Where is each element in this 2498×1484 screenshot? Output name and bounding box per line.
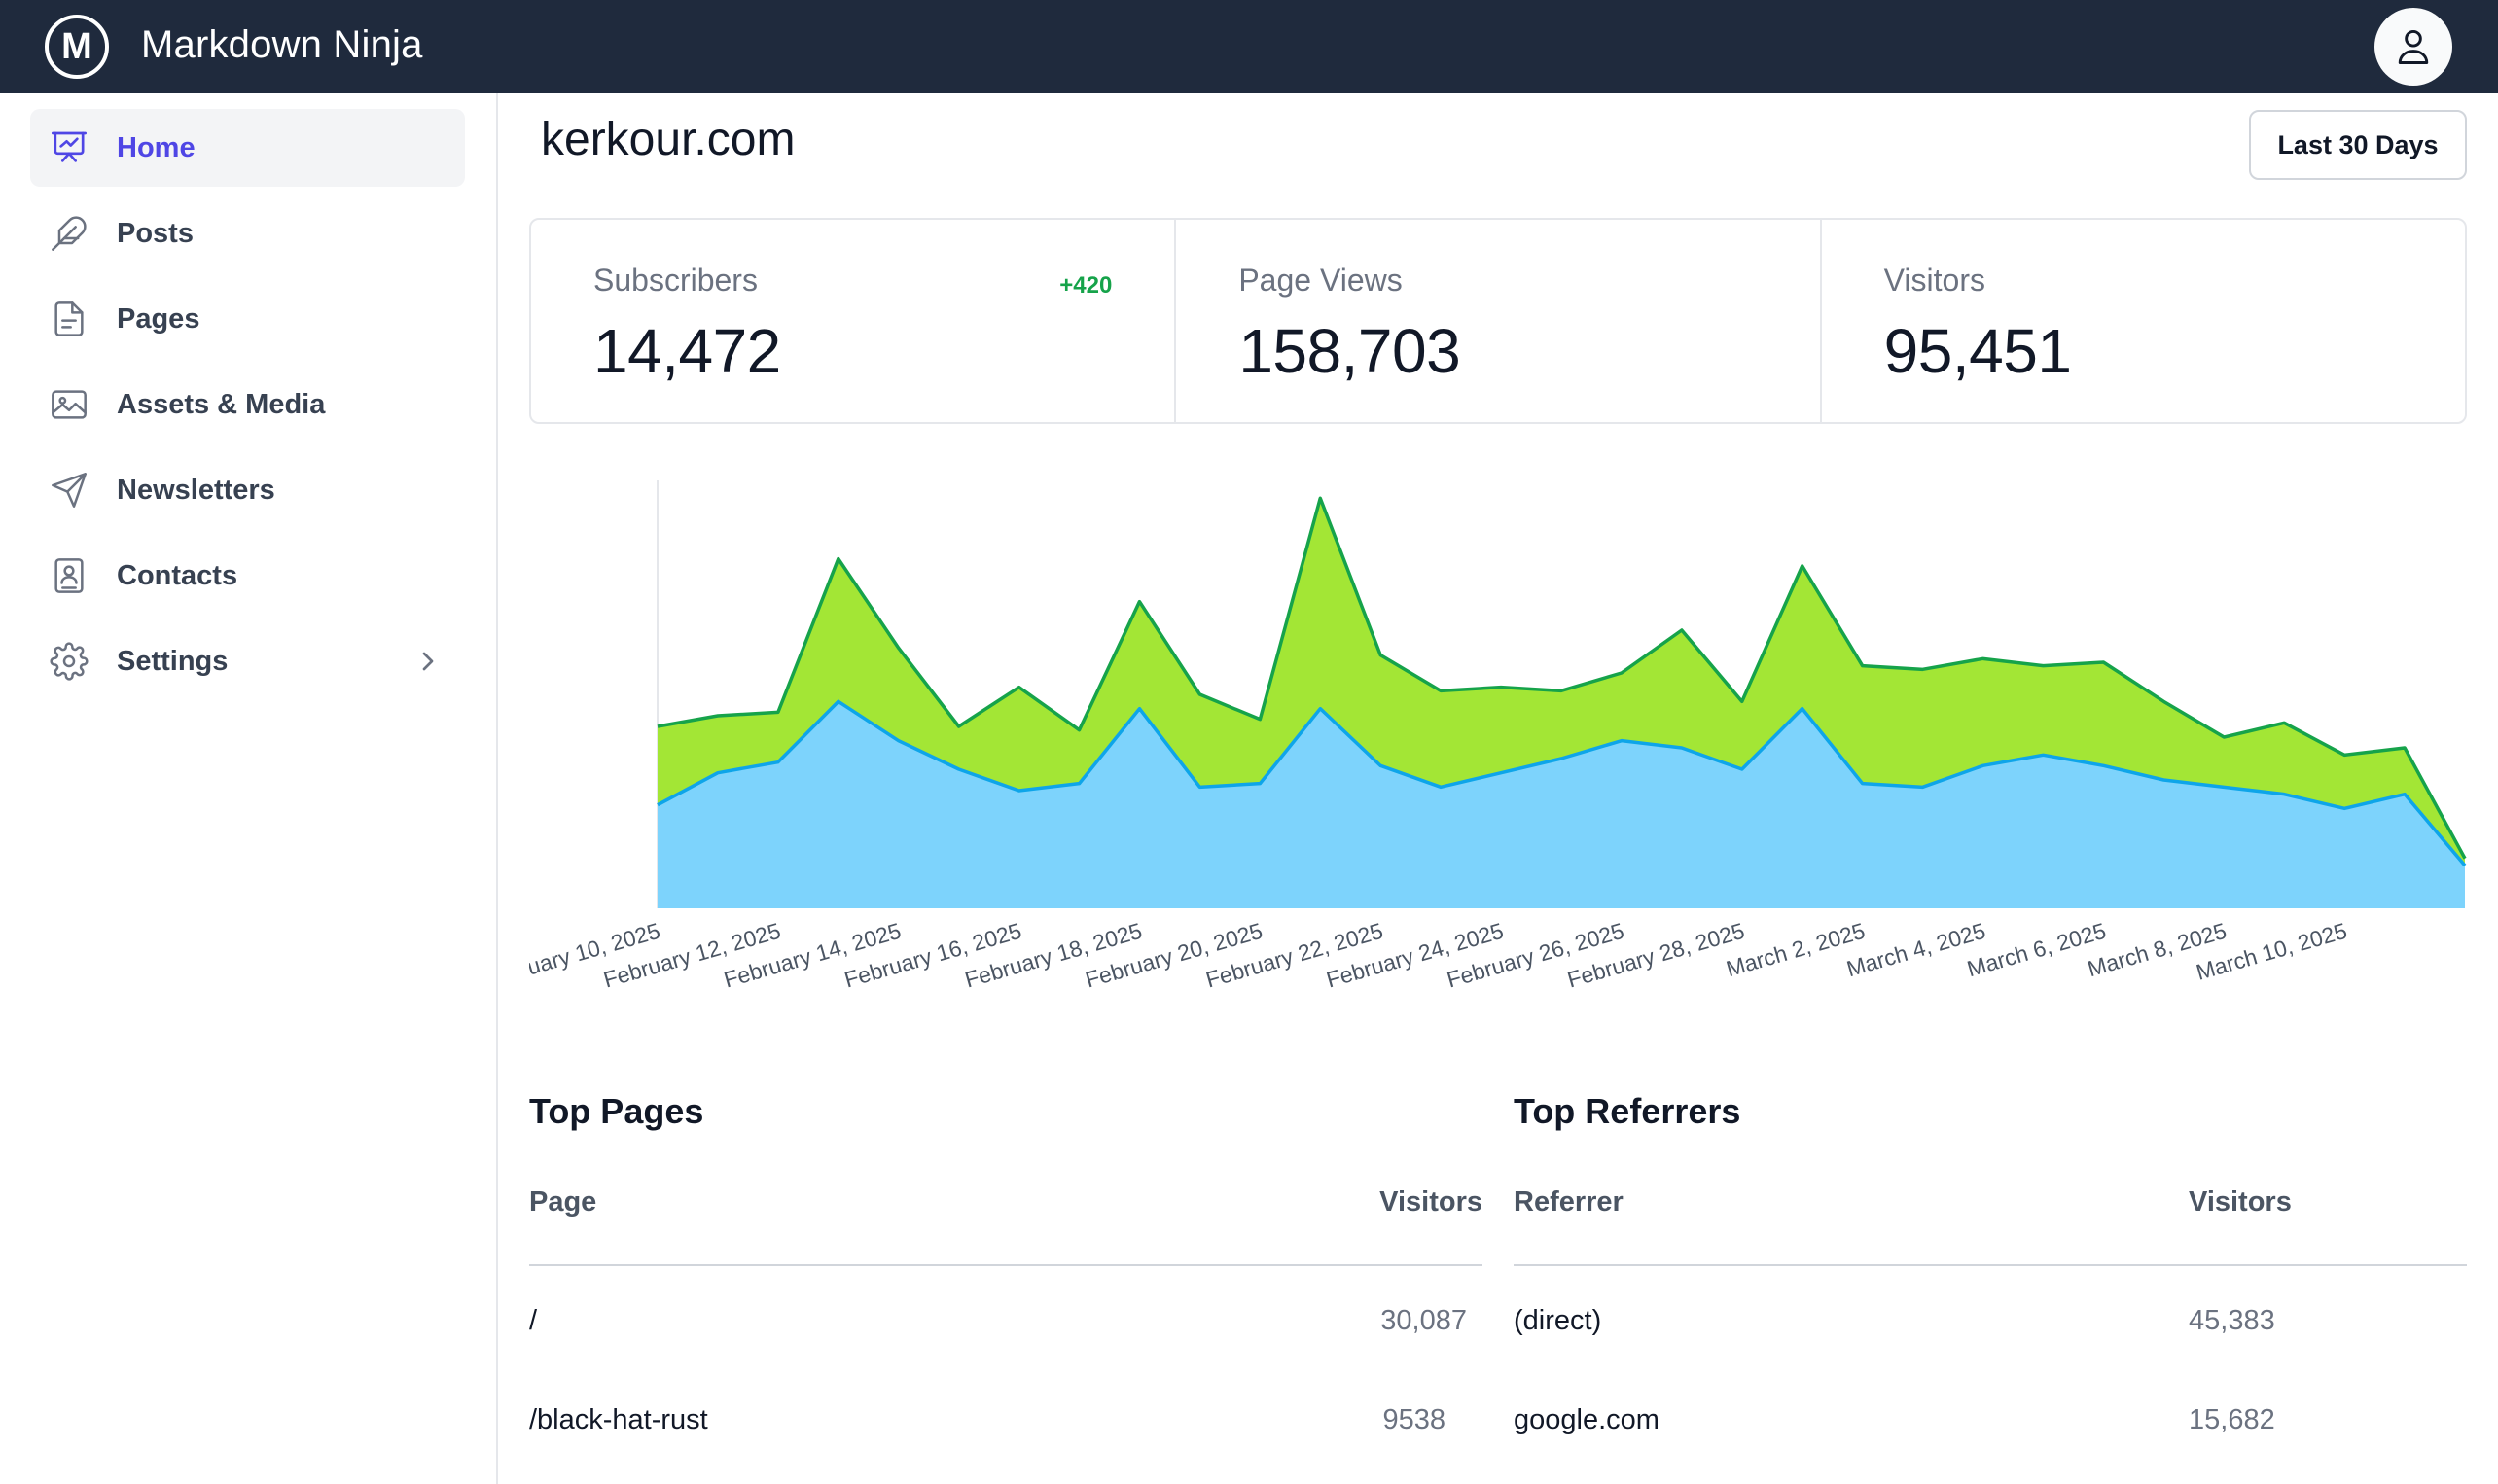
stat-card-visitors: Visitors 95,451 <box>1822 220 2465 422</box>
document-icon <box>48 298 90 340</box>
table-cell-visitors: 30,087 <box>1380 1305 1467 1336</box>
user-icon <box>2398 29 2429 64</box>
table-cell-page[interactable]: / <box>529 1305 537 1337</box>
gear-icon <box>48 640 90 683</box>
stat-delta-badge: +420 <box>1059 272 1113 299</box>
sidebar-item-label: Posts <box>117 218 194 249</box>
stat-value: 14,472 <box>593 316 781 386</box>
chart-x-tick-label: March 2, 2025 <box>1724 918 1869 982</box>
sidebar-item-posts[interactable]: Posts <box>30 194 465 272</box>
table-cell-visitors: 45,383 <box>2189 1305 2275 1336</box>
paper-plane-icon <box>48 469 90 512</box>
stat-card-subscribers: Subscribers +420 14,472 <box>531 220 1177 422</box>
sidebar-item-pages[interactable]: Pages <box>30 280 465 358</box>
column-header-referrer: Referrer <box>1514 1186 1624 1218</box>
stats-panel: Subscribers +420 14,472 Page Views 158,7… <box>529 218 2467 424</box>
chevron-right-icon <box>422 652 434 671</box>
page-title: kerkour.com <box>541 114 796 165</box>
sidebar: Home Posts Pages Assets & Media Newslett… <box>0 93 498 1484</box>
column-header-visitors: Visitors <box>1379 1186 1482 1218</box>
user-avatar-button[interactable] <box>2374 8 2452 86</box>
table-cell-visitors: 15,682 <box>2189 1404 2275 1435</box>
sidebar-item-home[interactable]: Home <box>30 109 465 187</box>
chart-x-tick-label: March 4, 2025 <box>1843 918 1988 982</box>
table-divider <box>1514 1264 2467 1266</box>
table-cell-referrer[interactable]: google.com <box>1514 1404 1659 1436</box>
app-title: Markdown Ninja <box>141 23 423 66</box>
table-cell-visitors: 9538 <box>1382 1404 1445 1435</box>
sidebar-item-label: Home <box>117 132 196 163</box>
logo-letter: M <box>61 26 92 67</box>
stat-label: Page Views <box>1238 263 1403 298</box>
sidebar-item-label: Assets & Media <box>117 389 326 420</box>
column-header-page: Page <box>529 1186 597 1218</box>
stat-value: 95,451 <box>1883 316 2072 386</box>
stat-value: 158,703 <box>1238 316 1461 386</box>
table-divider <box>529 1264 1482 1266</box>
sidebar-item-label: Pages <box>117 303 200 335</box>
sidebar-item-settings[interactable]: Settings <box>30 622 465 700</box>
date-range-button[interactable]: Last 30 Days <box>2249 110 2467 180</box>
stat-label: Visitors <box>1883 263 1985 298</box>
sidebar-item-label: Newsletters <box>117 475 275 506</box>
contact-book-icon <box>48 554 90 597</box>
top-bar: M Markdown Ninja <box>0 0 2498 93</box>
table-cell-referrer[interactable]: (direct) <box>1514 1305 1601 1337</box>
app-logo[interactable]: M <box>45 15 109 79</box>
sidebar-item-newsletters[interactable]: Newsletters <box>30 451 465 529</box>
top-pages-title: Top Pages <box>529 1091 704 1131</box>
sidebar-item-contacts[interactable]: Contacts <box>30 537 465 615</box>
feather-icon <box>48 212 90 255</box>
top-referrers-title: Top Referrers <box>1514 1091 1741 1131</box>
table-cell-page[interactable]: /black-hat-rust <box>529 1404 708 1436</box>
traffic-area-chart: February 10, 2025February 12, 2025Februa… <box>529 480 2467 993</box>
presentation-chart-icon <box>48 126 90 169</box>
sidebar-item-label: Settings <box>117 646 229 677</box>
stat-label: Subscribers <box>593 263 758 298</box>
column-header-visitors: Visitors <box>2189 1186 2292 1218</box>
image-icon <box>48 383 90 426</box>
sidebar-item-assets-media[interactable]: Assets & Media <box>30 366 465 443</box>
stat-card-page-views: Page Views 158,703 <box>1176 220 1822 422</box>
chart-x-tick-label: March 6, 2025 <box>1964 918 2109 982</box>
sidebar-item-label: Contacts <box>117 560 238 591</box>
